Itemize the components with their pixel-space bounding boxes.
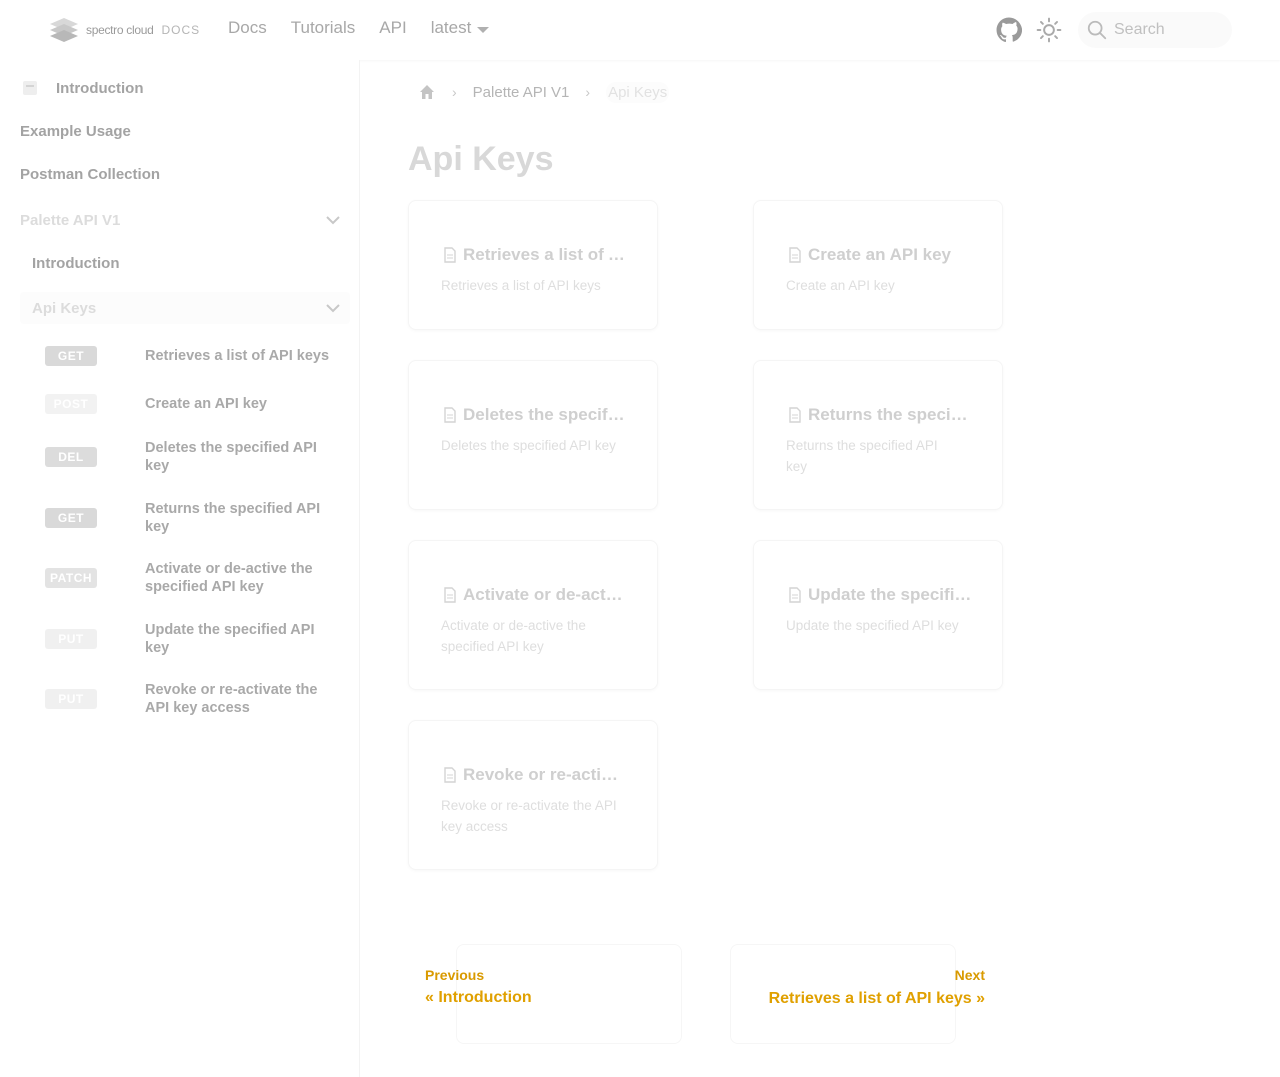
card-title: Deletes the specified API key — [441, 405, 627, 425]
method-badge-put: PUT — [45, 629, 97, 649]
card-activate[interactable]: Activate or de-active the specified API … — [408, 540, 658, 690]
card-returns[interactable]: Returns the specified API key Returns th… — [753, 360, 1003, 510]
nav-docs[interactable]: Docs — [228, 18, 267, 38]
method-badge-get: GET — [45, 508, 97, 528]
card-title: Retrieves a list of API keys — [441, 245, 627, 265]
search-icon — [1087, 20, 1107, 40]
sidebar-item-palette-introduction[interactable]: Introduction — [32, 255, 119, 272]
card-title: Update the specified API key — [786, 585, 972, 605]
brand-name: spectro cloud — [86, 23, 154, 37]
document-icon — [444, 407, 456, 423]
card-delete[interactable]: Deletes the specified API key Deletes th… — [408, 360, 658, 510]
method-badge-put: PUT — [45, 689, 97, 709]
sidebar-endpoint-put-update[interactable]: PUT Update the specified API key — [45, 621, 345, 657]
card-description: Create an API key — [786, 278, 895, 293]
book-icon — [23, 81, 37, 95]
card-description: Revoke or re-activate the API key access — [441, 798, 617, 834]
document-icon — [789, 587, 801, 603]
search-input[interactable] — [1114, 21, 1224, 39]
endpoint-label: Deletes the specified API key — [145, 440, 317, 474]
breadcrumb-palette-api-v1[interactable]: Palette API V1 — [473, 84, 570, 101]
brand-logo[interactable]: spectro cloud DOCS — [48, 16, 200, 44]
card-description: Activate or de-active the specified API … — [441, 618, 586, 654]
card-title: Revoke or re-activate the API key access — [441, 765, 627, 785]
endpoint-label: Returns the specified API key — [145, 501, 321, 535]
card-description: Update the specified API key — [786, 618, 959, 633]
method-badge-post: POST — [45, 394, 97, 414]
endpoint-label: Activate or de-active the specified API … — [145, 561, 313, 595]
spectro-logo-icon — [50, 18, 78, 42]
document-icon — [789, 247, 801, 263]
pagination-prev-label: « Introduction — [425, 989, 532, 1006]
endpoint-label: Update the specified API key — [145, 622, 315, 656]
card-revoke[interactable]: Revoke or re-activate the API key access… — [408, 720, 658, 870]
sidebar: Introduction Example Usage Postman Colle… — [0, 60, 360, 1077]
sidebar-group-palette-api-v1[interactable]: Palette API V1 — [20, 204, 350, 236]
card-title-text: Returns the specified API key — [808, 405, 972, 424]
sidebar-group-label: Palette API V1 — [20, 211, 121, 229]
pagination-next-sublabel: Next — [954, 967, 985, 983]
sidebar-group-label: Api Keys — [32, 299, 97, 317]
version-label: latest — [430, 18, 472, 37]
sidebar-item-example-usage[interactable]: Example Usage — [20, 123, 131, 140]
chevron-down-icon[interactable] — [324, 211, 342, 229]
endpoint-label: Retrieves a list of API keys — [145, 348, 330, 364]
pagination-prev[interactable]: Previous « Introduction — [425, 944, 682, 1044]
sidebar-item-postman-collection[interactable]: Postman Collection — [20, 166, 160, 183]
home-icon[interactable] — [418, 83, 436, 101]
chevron-down-icon[interactable] — [324, 299, 342, 317]
card-retrieves-list[interactable]: Retrieves a list of API keys Retrieves a… — [408, 200, 658, 330]
sidebar-endpoint-delete[interactable]: DEL Deletes the specified API key — [45, 439, 345, 475]
method-badge-get: GET — [45, 346, 97, 366]
card-description: Deletes the specified API key — [441, 438, 616, 453]
endpoint-label: Create an API key — [145, 396, 267, 412]
sidebar-endpoint-post-create[interactable]: POST Create an API key — [45, 394, 345, 414]
breadcrumb-current: Api Keys — [606, 81, 670, 103]
brand-suffix: DOCS — [161, 23, 201, 37]
sidebar-item-label: Introduction — [56, 79, 144, 97]
breadcrumb: › Palette API V1 › Api Keys — [410, 80, 670, 104]
sidebar-endpoint-get-list[interactable]: GET Retrieves a list of API keys — [45, 346, 345, 366]
breadcrumb-separator-icon: › — [452, 84, 457, 100]
version-dropdown[interactable]: latest — [431, 18, 490, 38]
card-update[interactable]: Update the specified API key Update the … — [753, 540, 1003, 690]
card-title-text: Revoke or re-activate the API key access — [463, 765, 627, 784]
sidebar-endpoint-patch[interactable]: PATCH Activate or de-active the specifie… — [45, 560, 345, 596]
search-box[interactable] — [1078, 12, 1232, 48]
sidebar-endpoint-get-one[interactable]: GET Returns the specified API key — [45, 500, 345, 536]
pagination-prev-sublabel: Previous — [425, 967, 485, 983]
card-title-text: Create an API key — [808, 245, 951, 264]
card-description: Retrieves a list of API keys — [441, 278, 601, 293]
page-title: Api Keys — [408, 140, 554, 178]
card-description: Returns the specified API key — [786, 438, 938, 474]
theme-toggle-sun-icon[interactable] — [1036, 17, 1062, 43]
document-icon — [789, 407, 801, 423]
pagination-next-label: Retrieves a list of API keys » — [768, 990, 985, 1007]
pagination-next[interactable]: Next Retrieves a list of API keys » — [730, 944, 985, 1044]
document-icon — [444, 247, 456, 263]
card-title-text: Update the specified API key — [808, 585, 972, 604]
card-title: Create an API key — [786, 245, 972, 265]
sidebar-item-introduction[interactable]: Introduction — [20, 78, 143, 98]
github-icon[interactable] — [996, 17, 1022, 43]
card-title-text: Activate or de-active the specified API … — [463, 585, 627, 604]
card-title-text: Deletes the specified API key — [463, 405, 627, 424]
card-title: Returns the specified API key — [786, 405, 972, 425]
sidebar-group-api-keys[interactable]: Api Keys — [20, 292, 350, 324]
top-navbar: spectro cloud DOCS Docs Tutorials API la… — [0, 0, 1280, 60]
card-title: Activate or de-active the specified API … — [441, 585, 627, 605]
nav-tutorials[interactable]: Tutorials — [291, 18, 356, 38]
caret-down-icon — [477, 26, 490, 33]
method-badge-del: DEL — [45, 447, 97, 467]
nav-links: Docs Tutorials API latest — [228, 18, 490, 38]
card-title-text: Retrieves a list of API keys — [463, 245, 627, 264]
breadcrumb-separator-icon: › — [585, 84, 591, 100]
document-icon — [444, 767, 456, 783]
nav-api[interactable]: API — [379, 18, 406, 38]
sidebar-endpoint-put-revoke[interactable]: PUT Revoke or re-activate the API key ac… — [45, 681, 345, 717]
endpoint-label: Revoke or re-activate the API key access — [145, 682, 318, 716]
card-create[interactable]: Create an API key Create an API key — [753, 200, 1003, 330]
document-icon — [444, 587, 456, 603]
method-badge-patch: PATCH — [45, 568, 97, 588]
